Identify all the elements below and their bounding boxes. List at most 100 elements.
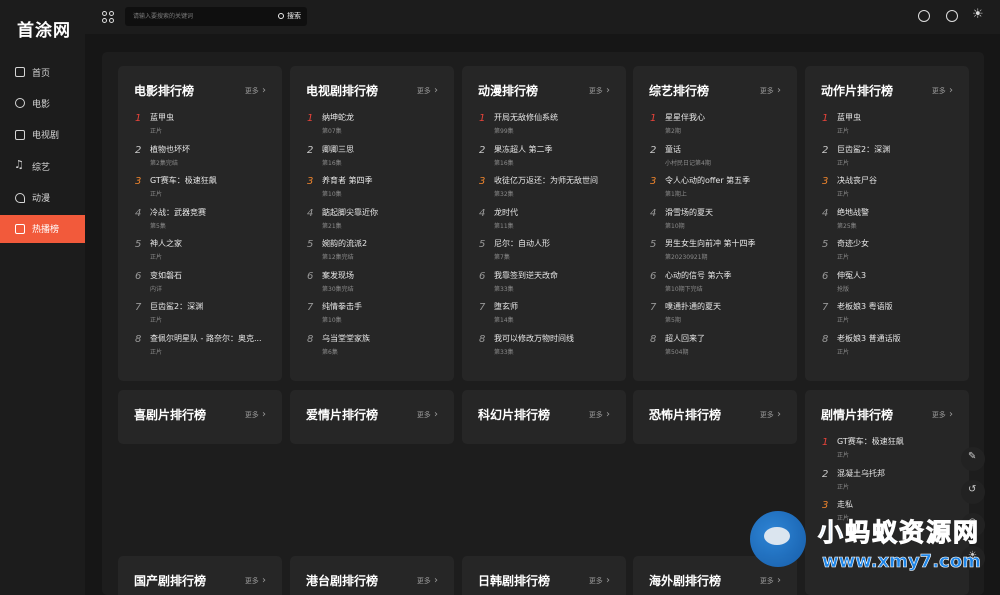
rank-title[interactable]: 蓝甲虫 (150, 112, 274, 123)
list-item[interactable]: 4 绝地战警 第25集 (821, 207, 959, 239)
rank-title[interactable]: 伸冤人3 (837, 270, 961, 281)
list-item[interactable]: 1 开局无敌修仙系统 第99集 (478, 112, 616, 144)
list-item[interactable]: 1 GT赛车：极速狂飙 正片 (821, 436, 959, 468)
list-item[interactable]: 2 童话 小村民日记第4期 (649, 144, 787, 176)
rank-title[interactable]: 星星伴我心 (665, 112, 789, 123)
list-item[interactable]: 7 老板娘3 粤语版 正片 (821, 301, 959, 333)
rank-title[interactable]: 老板娘3 普通话版 (837, 333, 961, 344)
rank-title[interactable]: 超人回来了 (665, 333, 789, 344)
rank-title[interactable]: 巨齿鲨2：深渊 (837, 144, 961, 155)
rank-title[interactable]: 尼尔：自动人形 (494, 238, 618, 249)
list-item[interactable]: 2 植物也坏坏 第2集完结 (134, 144, 272, 176)
rank-title[interactable]: 查佩尔明星队 - 路奈尔：奥克... (150, 333, 274, 344)
more-link[interactable]: 更多 (589, 409, 610, 420)
list-item[interactable]: 7 噗通扑通的夏天 第5期 (649, 301, 787, 333)
list-item[interactable]: 1 纳坤蛇龙 第07集 (306, 112, 444, 144)
list-item[interactable]: 8 乌当堂堂家族 第6集 (306, 333, 444, 365)
rank-title[interactable]: 纯情拳击手 (322, 301, 446, 312)
search-input[interactable] (133, 10, 263, 23)
list-item[interactable]: 4 滑雪场的夏天 第10期 (649, 207, 787, 239)
rank-title[interactable]: 绝地战警 (837, 207, 961, 218)
rank-title[interactable]: 植物也坏坏 (150, 144, 274, 155)
rank-title[interactable]: 冷战：武器竞赛 (150, 207, 274, 218)
rank-title[interactable]: 养育者 第四季 (322, 175, 446, 186)
rank-title[interactable]: 案发现场 (322, 270, 446, 281)
list-item[interactable]: 6 变如磐石 内详 (134, 270, 272, 302)
more-link[interactable]: 更多 (417, 409, 438, 420)
list-item[interactable]: 2 卿卿三思 第16集 (306, 144, 444, 176)
list-item[interactable]: 6 我靠签到逆天改命 第33集 (478, 270, 616, 302)
sidebar-item-anime[interactable]: 动漫 (0, 184, 85, 212)
list-item[interactable]: 2 果冻超人 第二季 第16集 (478, 144, 616, 176)
more-link[interactable]: 更多 (932, 85, 953, 96)
list-item[interactable]: 3 收徒亿万返还：为师无敌世间 第32集 (478, 175, 616, 207)
list-item[interactable]: 8 查佩尔明星队 - 路奈尔：奥克... 正片 (134, 333, 272, 365)
list-item[interactable]: 5 神人之家 正片 (134, 238, 272, 270)
sidebar-item-variety[interactable]: 综艺 (0, 152, 85, 180)
list-item[interactable]: 5 奇迹少女 正片 (821, 238, 959, 270)
rank-title[interactable]: 混凝土乌托邦 (837, 468, 961, 479)
list-item[interactable]: 6 心动的信号 第六季 第10期下完结 (649, 270, 787, 302)
more-link[interactable]: 更多 (589, 575, 610, 586)
more-link[interactable]: 更多 (245, 85, 266, 96)
sidebar-item-hot-list[interactable]: 热播榜 (0, 214, 85, 243)
list-item[interactable]: 8 我可以修改万物时间线 第33集 (478, 333, 616, 365)
list-item[interactable]: 3 养育者 第四季 第10集 (306, 175, 444, 207)
edit-feedback-icon[interactable] (961, 447, 985, 471)
more-link[interactable]: 更多 (760, 85, 781, 96)
rank-title[interactable]: 收徒亿万返还：为师无敌世间 (494, 175, 618, 186)
list-item[interactable]: 5 男生女生向前冲 第十四季 第20230921期 (649, 238, 787, 270)
rank-title[interactable]: 令人心动的offer 第五季 (665, 175, 789, 186)
rank-title[interactable]: 婉韵的流派2 (322, 238, 446, 249)
theme-toggle-sun-icon[interactable] (972, 7, 985, 22)
list-item[interactable]: 1 蓝甲虫 正片 (821, 112, 959, 144)
rank-title[interactable]: 决战丧尸谷 (837, 175, 961, 186)
rank-title[interactable]: 果冻超人 第二季 (494, 144, 618, 155)
rank-title[interactable]: 蓝甲虫 (837, 112, 961, 123)
list-item[interactable]: 8 超人回来了 第504期 (649, 333, 787, 365)
list-item[interactable]: 3 GT赛车：极速狂飙 正片 (134, 175, 272, 207)
rank-title[interactable]: 纳坤蛇龙 (322, 112, 446, 123)
stopwatch-icon[interactable] (918, 10, 930, 22)
rank-title[interactable]: 童话 (665, 144, 789, 155)
rank-title[interactable]: 滑雪场的夏天 (665, 207, 789, 218)
rank-title[interactable]: 乌当堂堂家族 (322, 333, 446, 344)
list-item[interactable]: 3 决战丧尸谷 正片 (821, 175, 959, 207)
rank-title[interactable]: 开局无敌修仙系统 (494, 112, 618, 123)
list-item[interactable]: 3 令人心动的offer 第五季 第1期上 (649, 175, 787, 207)
rank-title[interactable]: 踮起脚尖靠近你 (322, 207, 446, 218)
rank-title[interactable]: 噗通扑通的夏天 (665, 301, 789, 312)
rank-title[interactable]: 卿卿三思 (322, 144, 446, 155)
more-link[interactable]: 更多 (245, 409, 266, 420)
list-item[interactable]: 7 巨齿鲨2：深渊 正片 (134, 301, 272, 333)
refresh-icon[interactable] (961, 480, 985, 504)
rank-title[interactable]: 我靠签到逆天改命 (494, 270, 618, 281)
list-item[interactable]: 6 伸冤人3 抢版 (821, 270, 959, 302)
history-clock-icon[interactable] (946, 10, 958, 22)
sidebar-item-movies[interactable]: 电影 (0, 89, 85, 117)
apps-grid-icon[interactable] (102, 11, 114, 23)
rank-title[interactable]: GT赛车：极速狂飙 (150, 175, 274, 186)
more-link[interactable]: 更多 (589, 85, 610, 96)
list-item[interactable]: 4 踮起脚尖靠近你 第21集 (306, 207, 444, 239)
list-item[interactable]: 1 蓝甲虫 正片 (134, 112, 272, 144)
rank-title[interactable]: 巨齿鲨2：深渊 (150, 301, 274, 312)
more-link[interactable]: 更多 (417, 575, 438, 586)
rank-title[interactable]: 龙时代 (494, 207, 618, 218)
list-item[interactable]: 4 龙时代 第11集 (478, 207, 616, 239)
list-item[interactable]: 1 星星伴我心 第2期 (649, 112, 787, 144)
list-item[interactable]: 4 冷战：武器竞赛 第5集 (134, 207, 272, 239)
list-item[interactable]: 2 混凝土乌托邦 正片 (821, 468, 959, 500)
list-item[interactable]: 2 巨齿鲨2：深渊 正片 (821, 144, 959, 176)
rank-title[interactable]: 变如磐石 (150, 270, 274, 281)
list-item[interactable]: 7 堕玄师 第14集 (478, 301, 616, 333)
more-link[interactable]: 更多 (932, 409, 953, 420)
sidebar-item-tv[interactable]: 电视剧 (0, 121, 85, 149)
more-link[interactable]: 更多 (417, 85, 438, 96)
rank-title[interactable]: 奇迹少女 (837, 238, 961, 249)
list-item[interactable]: 8 老板娘3 普通话版 正片 (821, 333, 959, 365)
rank-title[interactable]: 我可以修改万物时间线 (494, 333, 618, 344)
list-item[interactable]: 5 婉韵的流派2 第12集完结 (306, 238, 444, 270)
more-link[interactable]: 更多 (760, 409, 781, 420)
rank-title[interactable]: GT赛车：极速狂飙 (837, 436, 961, 447)
